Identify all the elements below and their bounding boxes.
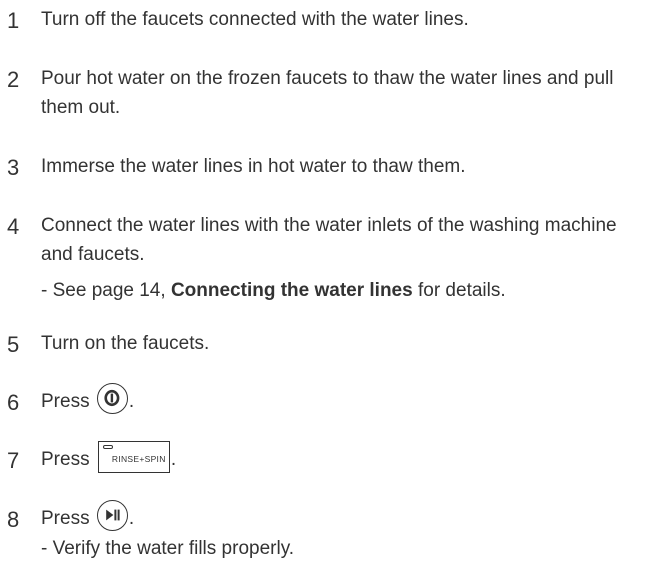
step-number: 1 [7, 8, 20, 33]
step-note: - See page 14, Connecting the water line… [41, 277, 646, 304]
step-punctuation: . [128, 391, 135, 412]
indicator-light-icon [102, 444, 113, 449]
step-text: Immerse the water lines in hot water to … [41, 156, 466, 177]
step-text: Press [41, 449, 95, 470]
rinse-spin-button: RINSE+SPIN [97, 440, 170, 473]
step-number: 8 [7, 507, 20, 532]
note-suffix: for details. [412, 280, 506, 301]
rinse-spin-button-label: RINSE+SPIN [111, 453, 166, 464]
step-number: 7 [7, 448, 20, 473]
step-text: Pour hot water on the frozen faucets to … [41, 68, 614, 118]
step-punctuation: . [170, 449, 177, 470]
step-text: Turn off the faucets connected with the … [41, 9, 469, 30]
step-number: 6 [7, 390, 20, 415]
step-punctuation: . [128, 508, 135, 529]
step-number: 3 [7, 155, 20, 180]
step-text: Press [41, 391, 95, 412]
start-pause-button-icon [96, 500, 128, 532]
step-text: Turn on the faucets. [41, 333, 210, 354]
step-number: 5 [7, 332, 20, 357]
step-number: 4 [7, 214, 20, 239]
step-text: Connect the water lines with the water i… [41, 215, 617, 265]
step-note: - Verify the water fills properly. [41, 538, 295, 559]
power-button-icon [96, 383, 128, 415]
step-text: Press [41, 508, 95, 529]
page-reference-link-text: Connecting the water lines [170, 280, 413, 301]
note-prefix: - See page 14, [41, 280, 171, 301]
step-number: 2 [7, 67, 20, 92]
